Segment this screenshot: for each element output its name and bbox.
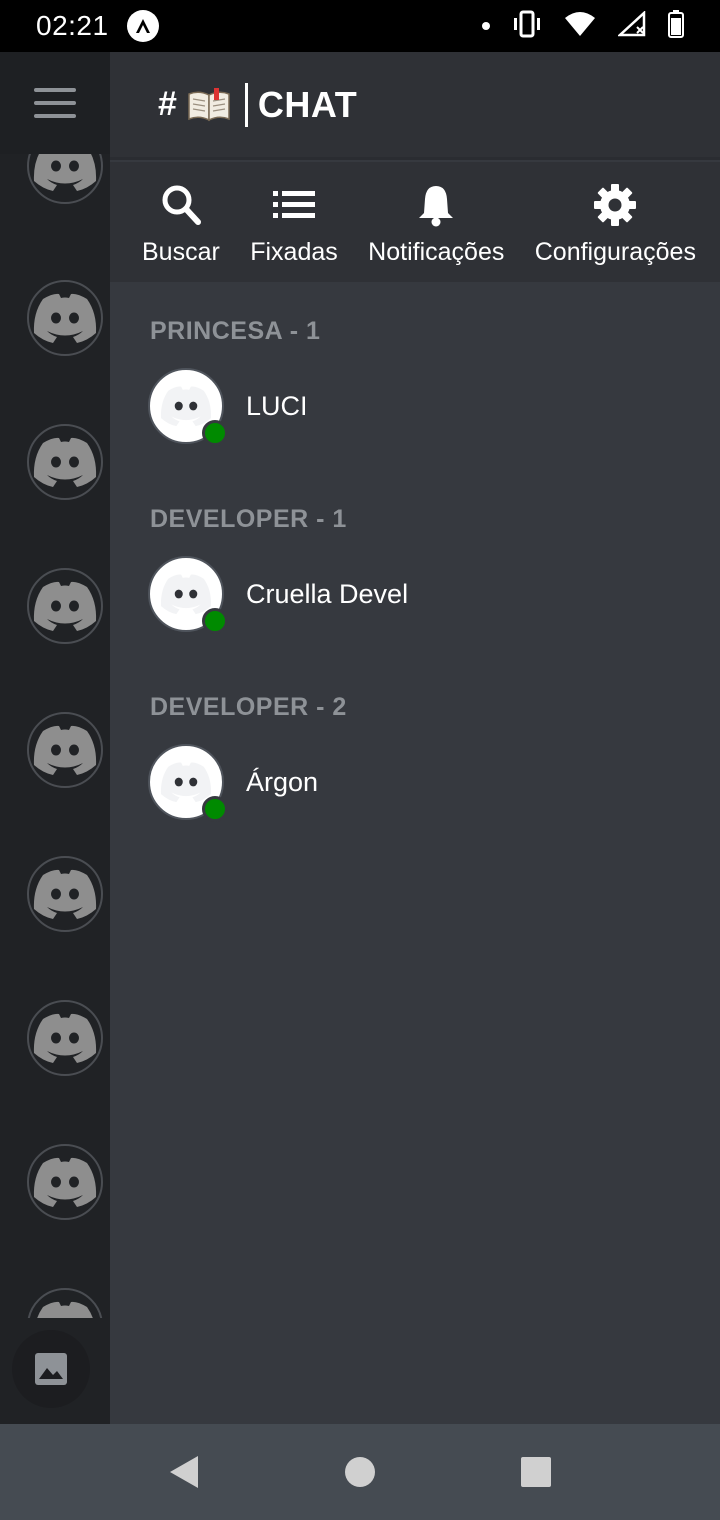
discord-logo-icon [33, 725, 97, 775]
recents-square-icon [521, 1457, 551, 1487]
discord-logo-icon [33, 437, 97, 487]
member-row[interactable]: Árgon [110, 734, 720, 830]
gear-icon [593, 182, 637, 228]
discord-logo-icon [33, 581, 97, 631]
channel-toolbar: Buscar Fixadas Notificações Configuraçõe… [110, 162, 720, 282]
system-nav-bar [0, 1424, 720, 1520]
role-group: PRINCESA - 1 LUCI [110, 314, 720, 454]
back-button[interactable] [156, 1444, 212, 1500]
discord-logo-icon [33, 1157, 97, 1207]
settings-label: Configurações [534, 238, 696, 266]
avatar [148, 556, 228, 634]
search-button[interactable]: Buscar [142, 162, 220, 282]
search-icon [161, 182, 201, 228]
discord-logo-icon [160, 762, 212, 803]
battery-icon [668, 9, 684, 43]
server-icon[interactable] [27, 280, 103, 356]
role-group: DEVELOPER - 1 Cruella Devel [110, 502, 720, 642]
channel-header: # CHAT [110, 52, 720, 160]
pinned-label: Fixadas [250, 238, 338, 266]
main-panel: # CHAT Buscar Fixadas Notificações Confi… [110, 52, 720, 1424]
wifi-icon [564, 11, 596, 42]
server-list [0, 152, 110, 1318]
role-header: PRINCESA - 1 [150, 317, 321, 345]
home-button[interactable] [332, 1444, 388, 1500]
member-row[interactable]: LUCI [110, 358, 720, 454]
server-icon[interactable] [27, 712, 103, 788]
discord-logo-icon [160, 574, 212, 615]
server-icon[interactable] [27, 1288, 103, 1318]
discord-logo-icon [33, 293, 97, 343]
server-icon[interactable] [27, 568, 103, 644]
server-icon[interactable] [27, 152, 103, 204]
notifications-button[interactable]: Notificações [368, 162, 504, 282]
rail-header [0, 52, 110, 154]
settings-button[interactable]: Configurações [535, 162, 696, 282]
discord-logo-icon [33, 869, 97, 919]
member-name: Cruella Devel [246, 578, 409, 609]
signal-icon [616, 9, 646, 42]
channel-divider [244, 82, 248, 127]
discord-logo-icon [160, 386, 212, 427]
channel-name: CHAT [257, 83, 358, 125]
discord-logo-icon [33, 152, 97, 191]
online-status-icon [202, 796, 228, 822]
avatar [148, 368, 228, 446]
server-rail [0, 52, 110, 1424]
recents-button[interactable] [508, 1444, 564, 1500]
server-icon[interactable] [27, 1000, 103, 1076]
member-list: PRINCESA - 1 LUCI DEVELOPER - 1 Cruella … [110, 314, 720, 878]
server-icon[interactable] [27, 1144, 103, 1220]
status-time: 02:21 [36, 10, 109, 41]
role-header: DEVELOPER - 1 [150, 505, 347, 533]
open-book-icon [187, 87, 231, 122]
vibrate-icon [512, 10, 542, 43]
menu-icon[interactable] [34, 88, 76, 118]
search-label: Buscar [142, 238, 220, 266]
server-icon[interactable] [27, 424, 103, 500]
member-name: LUCI [246, 390, 308, 421]
channel-hash: # [158, 85, 177, 123]
bell-icon [418, 182, 454, 228]
app-notification-icon [126, 10, 159, 42]
avatar [148, 744, 228, 822]
image-icon [35, 1353, 67, 1385]
status-icons [482, 9, 684, 43]
back-triangle-icon [170, 1456, 198, 1488]
discord-logo-icon [37, 1301, 93, 1318]
list-icon [272, 182, 315, 228]
notifications-label: Notificações [368, 238, 505, 266]
discord-logo-icon [33, 1013, 97, 1063]
online-status-icon [202, 608, 228, 634]
home-circle-icon [345, 1457, 375, 1487]
notification-dot-icon [482, 22, 490, 30]
online-status-icon [202, 420, 228, 446]
role-header: DEVELOPER - 2 [150, 693, 347, 721]
member-name: Árgon [246, 766, 319, 797]
status-bar: 02:21 [0, 0, 720, 52]
server-icon[interactable] [27, 856, 103, 932]
pinned-button[interactable]: Fixadas [250, 162, 338, 282]
member-row[interactable]: Cruella Devel [110, 546, 720, 642]
role-group: DEVELOPER - 2 Árgon [110, 690, 720, 830]
gallery-button[interactable] [12, 1330, 90, 1408]
